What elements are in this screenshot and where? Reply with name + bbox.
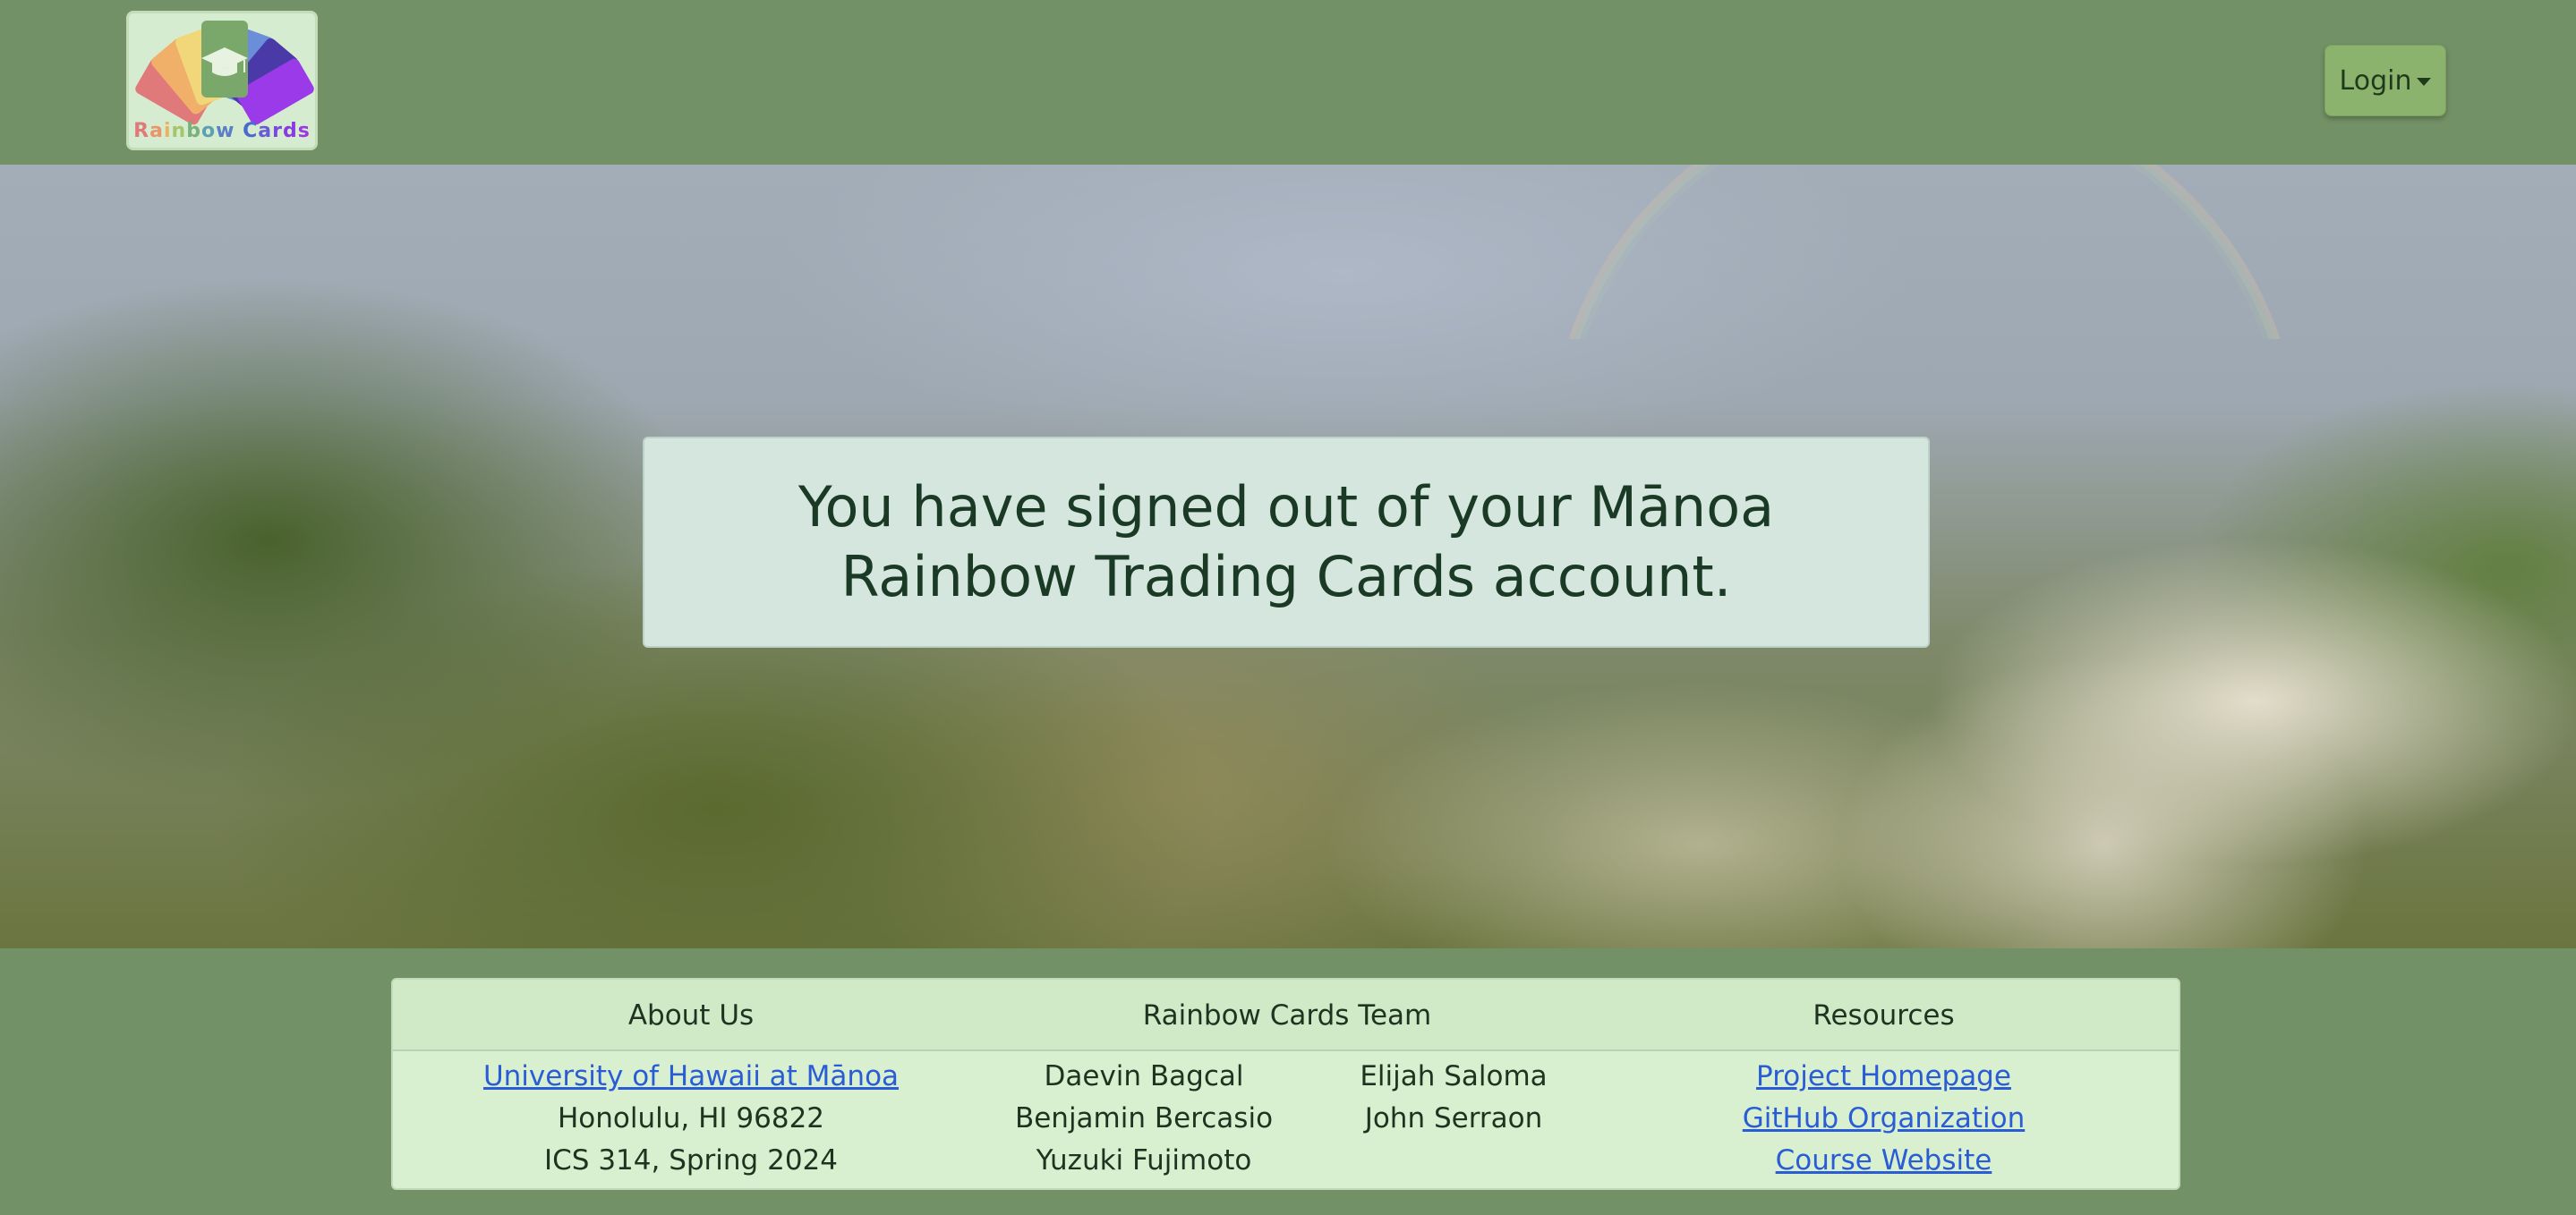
team-member: Benjamin Bercasio: [1014, 1102, 1274, 1134]
project-homepage-link[interactable]: Project Homepage: [1585, 1060, 2179, 1092]
team-member: Daevin Bagcal: [1044, 1060, 1244, 1092]
chevron-down-icon: [2417, 77, 2432, 86]
logo-letter: [235, 120, 243, 142]
resources-heading: Resources: [1813, 999, 1955, 1032]
course-text: ICS 314, Spring 2024: [544, 1144, 838, 1177]
navbar: Rainbow Cards Login: [0, 0, 2576, 165]
logo-letter: i: [163, 120, 172, 142]
team-heading: Rainbow Cards Team: [1142, 999, 1432, 1032]
footer-header: About Us Rainbow Cards Team Resources: [393, 980, 2179, 1051]
course-website-link[interactable]: Course Website: [1585, 1144, 2179, 1177]
login-dropdown-button[interactable]: Login: [2324, 45, 2446, 116]
logo-letter: R: [133, 120, 150, 142]
logo-letter: C: [243, 120, 259, 142]
team-member: John Serraon: [1364, 1102, 1543, 1134]
hero-background: You have signed out of your Mānoa Rainbo…: [0, 165, 2576, 948]
logo-letter: w: [216, 120, 235, 142]
address-text: Honolulu, HI 96822: [557, 1102, 825, 1134]
rainbow-cards-logo[interactable]: Rainbow Cards: [126, 11, 318, 150]
footer: About Us Rainbow Cards Team Resources Un…: [0, 948, 2576, 1215]
team-member: Elijah Saloma: [1360, 1060, 1548, 1092]
github-organization-link[interactable]: GitHub Organization: [1585, 1102, 2179, 1134]
signout-message: You have signed out of your Mānoa Rainbo…: [798, 474, 1775, 609]
about-us-heading: About Us: [627, 999, 755, 1032]
team-member: Yuzuki Fujimoto: [1036, 1144, 1252, 1177]
logo-letter: r: [272, 120, 283, 142]
logo-letter: d: [282, 120, 298, 142]
signout-message-box: You have signed out of your Mānoa Rainbo…: [643, 437, 1930, 648]
login-label: Login: [2339, 64, 2412, 97]
logo-letter: a: [258, 120, 273, 142]
footer-card: About Us Rainbow Cards Team Resources Un…: [391, 978, 2180, 1190]
logo-letter: a: [149, 120, 164, 142]
logo-letter: s: [297, 120, 311, 142]
logo-letter: n: [171, 120, 187, 142]
logo-letter: b: [186, 120, 201, 142]
logo-letter: o: [200, 120, 217, 142]
university-link[interactable]: University of Hawaii at Mānoa: [393, 1060, 989, 1092]
logo-text: Rainbow Cards: [129, 120, 315, 142]
